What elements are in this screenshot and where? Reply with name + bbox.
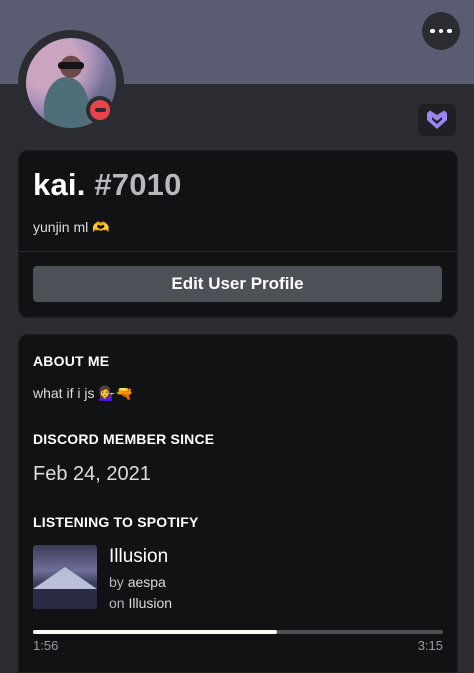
hypesquad-icon [427, 110, 447, 129]
do-not-disturb-status-icon [86, 96, 114, 124]
custom-status: yunjin ml 🫶 [33, 219, 110, 235]
about-me-heading: ABOUT ME [33, 353, 110, 369]
song-title[interactable]: Illusion [109, 546, 168, 568]
song-album-line: on Illusion [109, 595, 173, 611]
member-since-date: Feb 24, 2021 [33, 463, 151, 485]
username-heading: kai. #7010 [33, 167, 182, 203]
avatar-image-detail [58, 62, 84, 69]
member-since-heading: DISCORD MEMBER SINCE [33, 431, 215, 447]
discriminator: #7010 [94, 167, 182, 202]
divider [19, 251, 457, 252]
spotify-heading: LISTENING TO SPOTIFY [33, 514, 199, 530]
album-art[interactable] [33, 545, 97, 609]
profile-info-card: kai. #7010 yunjin ml 🫶 Edit User Profile [18, 150, 458, 318]
song-artist[interactable]: aespa [128, 574, 166, 590]
profile-details-card: ABOUT ME what if i js 💁‍♀️🔫 DISCORD MEMB… [18, 334, 458, 673]
more-options-button[interactable] [422, 12, 460, 50]
elapsed-time: 1:56 [33, 638, 59, 653]
song-artist-line: by aespa [109, 574, 166, 590]
song-progress-fill [33, 630, 277, 634]
hypesquad-badge[interactable] [418, 104, 456, 136]
song-progress-bar [33, 630, 443, 634]
song-album[interactable]: Illusion [128, 595, 172, 611]
username: kai. [33, 167, 86, 202]
edit-user-profile-button[interactable]: Edit User Profile [33, 266, 442, 302]
about-me-text: what if i js 💁‍♀️🔫 [33, 385, 134, 401]
song-duration: 3:15 [417, 638, 443, 653]
ellipsis-icon [430, 28, 435, 34]
